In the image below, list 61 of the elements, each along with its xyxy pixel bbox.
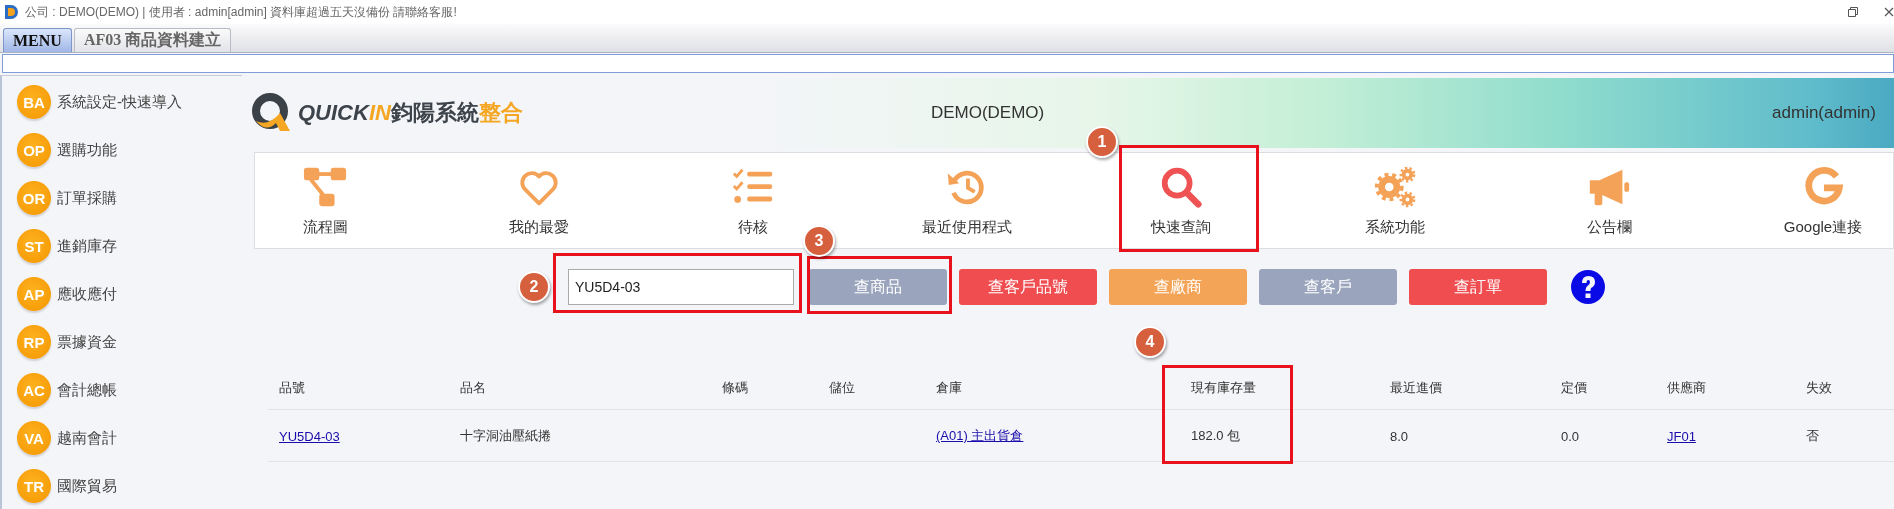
- sidebar-link[interactable]: 越南會計: [57, 428, 117, 448]
- module-badge: TR: [17, 469, 51, 503]
- module-badge: OP: [17, 133, 51, 167]
- column-header: 品名: [460, 378, 487, 397]
- module-badge: AP: [17, 277, 51, 311]
- search-field[interactable]: YU5D4-03: [568, 269, 794, 305]
- sidebar-link[interactable]: 應收應付: [57, 284, 117, 304]
- nav-tile[interactable]: 我的最愛: [432, 153, 646, 248]
- user-name: admin(admin): [1772, 103, 1876, 123]
- column-header: 最近進價: [1390, 378, 1443, 397]
- tab[interactable]: AF03 商品資料建立: [73, 28, 232, 52]
- module-badge: RP: [17, 325, 51, 359]
- step-marker: 2: [518, 271, 550, 303]
- restore-icon[interactable]: [1848, 7, 1858, 17]
- table-link[interactable]: (A01) 主出貨倉: [936, 427, 1024, 445]
- sidebar-link[interactable]: 票據資金: [57, 332, 117, 352]
- step-marker: 3: [803, 225, 835, 257]
- nav-tile[interactable]: 系統功能: [1288, 153, 1502, 248]
- column-header: 條碼: [722, 378, 749, 397]
- sidebar-link[interactable]: 系統設定-快速導入: [57, 92, 182, 112]
- step-marker: 4: [1134, 326, 1166, 358]
- column-header: 定價: [1561, 378, 1588, 397]
- table-link[interactable]: JF01: [1667, 428, 1696, 444]
- help-icon[interactable]: [1570, 269, 1606, 305]
- column-header: 現有庫存量: [1191, 378, 1257, 397]
- nav-tile[interactable]: 流程圖: [218, 153, 432, 248]
- table-link[interactable]: YU5D4-03: [279, 428, 340, 444]
- table-cell-text: 十字洞油壓紙捲: [460, 427, 552, 445]
- column-header: 供應商: [1667, 378, 1707, 397]
- sidebar-link[interactable]: 訂單採購: [57, 188, 117, 208]
- sidebar-link[interactable]: 會計總帳: [57, 380, 117, 400]
- logo-text: QUICKIN鈞陽系統整合: [298, 99, 523, 127]
- nav-tile[interactable]: Google連接: [1716, 153, 1894, 248]
- table-cell-text: 8.0: [1390, 427, 1410, 446]
- column-header: 儲位: [829, 378, 856, 397]
- column-header: 品號: [279, 378, 306, 397]
- tab[interactable]: MENU: [3, 28, 72, 52]
- table-cell-text: 182.0 包: [1191, 427, 1242, 445]
- search-button[interactable]: 查訂單: [1409, 269, 1547, 305]
- nav-tile[interactable]: 最近使用程式: [860, 153, 1074, 248]
- nav-tile[interactable]: 公告欄: [1502, 153, 1716, 248]
- gears-icon: [1372, 164, 1418, 210]
- sidebar-link[interactable]: 進銷庫存: [57, 236, 117, 256]
- step-marker: 1: [1086, 126, 1118, 158]
- module-badge: VA: [17, 421, 51, 455]
- column-header: 失效: [1806, 378, 1833, 397]
- sidebar-link[interactable]: 選購功能: [57, 140, 117, 160]
- window-title: 公司 : DEMO(DEMO) | 使用者 : admin[admin] 資料庫超過五天沒備份 請聯絡客服!: [25, 3, 457, 21]
- sidebar-link[interactable]: 國際貿易: [57, 476, 117, 496]
- search-button[interactable]: 查客戶品號: [959, 269, 1097, 305]
- app-logo-icon: [3, 4, 19, 20]
- close-icon[interactable]: [1884, 7, 1894, 17]
- module-badge: OR: [17, 181, 51, 215]
- module-badge: BA: [17, 85, 51, 119]
- input-field[interactable]: [2, 54, 1894, 73]
- column-header: 倉庫: [936, 378, 963, 397]
- company-name: DEMO(DEMO): [930, 103, 1045, 123]
- table-cell-text: 否: [1806, 427, 1820, 445]
- module-badge: ST: [17, 229, 51, 263]
- table-cell-text: 0.0: [1561, 427, 1581, 446]
- module-badge: AC: [17, 373, 51, 407]
